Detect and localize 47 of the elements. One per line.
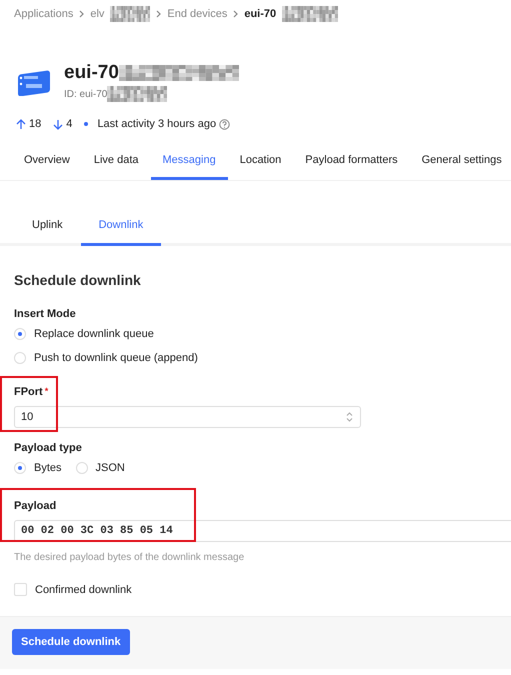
breadcrumb-link[interactable]: eui-70 [244,8,276,20]
field-label: Payload [14,500,56,512]
required-mark: * [44,386,48,398]
last-activity: Last activity 3 hours ago [97,118,216,130]
downlink-count: 4 [66,118,72,130]
radio-label: Push to downlink queue (append) [34,352,198,364]
field-label: Insert Mode [14,308,76,320]
field-label: Payload type [14,442,82,454]
breadcrumb-link[interactable]: End devices [167,8,228,20]
status-dot [84,122,88,126]
help-icon[interactable] [219,118,230,130]
nav-tab[interactable]: Messaging [150,154,228,180]
uplink-count: 18 [29,118,42,130]
radio-button[interactable] [14,352,26,364]
radio-label: Bytes [34,462,62,474]
radio-button[interactable] [76,462,88,474]
radio-button[interactable] [14,462,26,474]
payload-field[interactable]: 00 02 00 3C 03 85 05 14 [14,520,511,542]
breadcrumb-link[interactable]: elv [90,8,104,20]
nav-tab[interactable]: Live data [82,154,150,180]
spinner-icon[interactable] [345,411,354,423]
checkbox[interactable] [14,583,27,596]
radio-label: JSON [96,462,125,474]
device-name: eui-70 [64,62,119,84]
nav-tab[interactable]: General settings [410,154,511,180]
fport-field[interactable]: 10 [14,406,361,428]
device-icon [16,68,52,96]
device-id: ID: eui-70 [64,88,108,100]
arrow-up-icon [16,118,26,130]
form-title: Schedule downlink [14,272,142,288]
schedule-button[interactable]: Schedule downlink [12,629,130,655]
redaction-mark [107,86,168,102]
sub-tab[interactable]: Downlink [80,219,162,246]
nav-tab[interactable]: Location [228,154,294,180]
nav-tab[interactable]: Payload formatters [293,154,410,180]
help-text: The desired payload bytes of the downlink message [14,552,246,563]
sub-tab[interactable]: Uplink [14,219,81,246]
checkbox-label: Confirmed downlink [35,584,132,596]
radio-button[interactable] [14,328,26,340]
arrow-down-icon [53,118,64,130]
breadcrumb-link[interactable]: Applications [14,8,74,20]
nav-tab[interactable]: Overview [12,154,82,180]
field-label: FPort [14,386,43,398]
chevron-icon [233,10,238,18]
chevron-icon [156,10,162,18]
chevron-icon [79,10,84,18]
radio-label: Replace downlink queue [34,328,154,340]
